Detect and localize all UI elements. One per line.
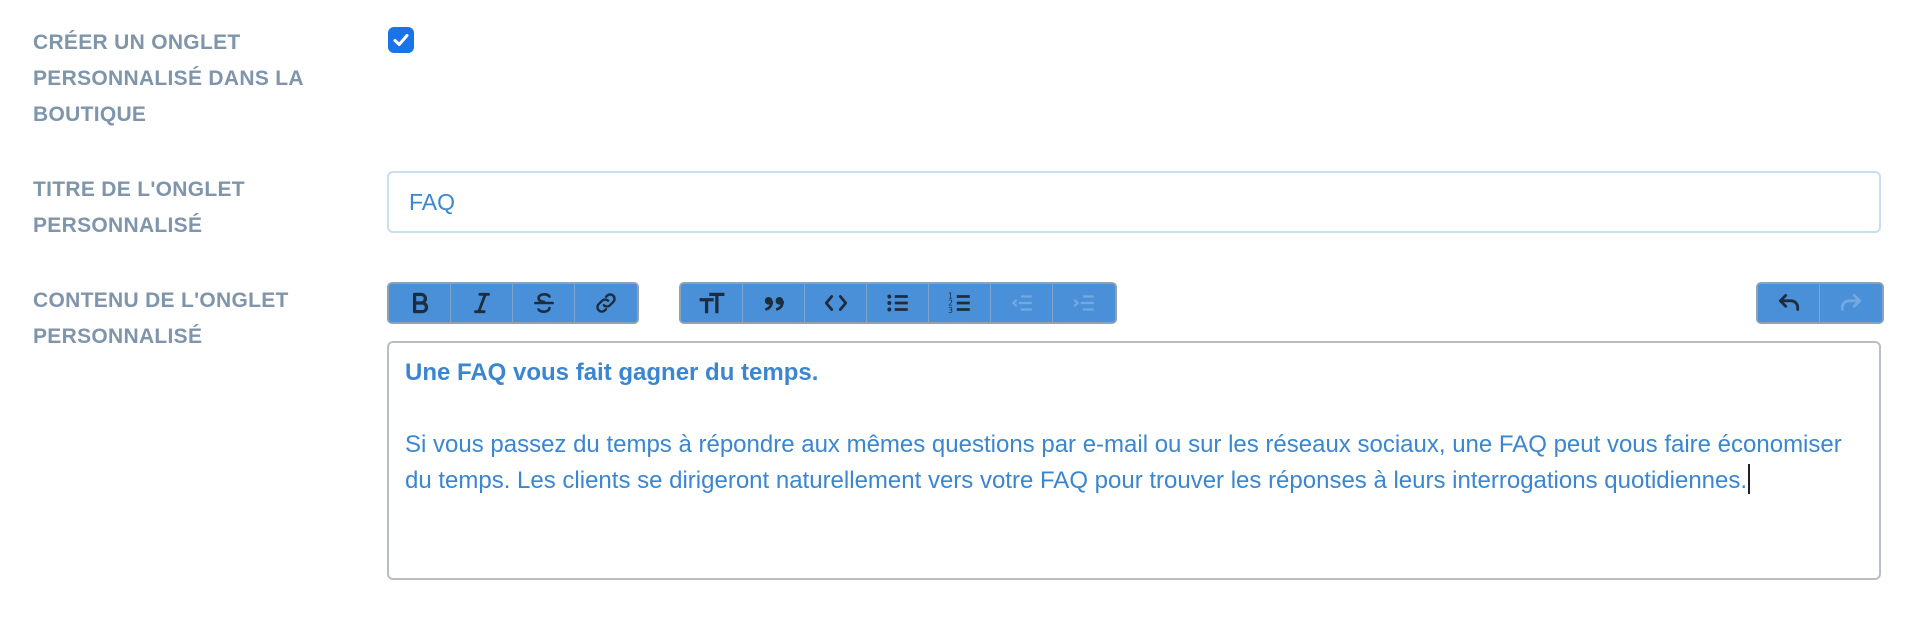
format-toolbar-group [387,282,639,324]
strikethrough-icon [533,293,554,313]
block-toolbar-group: 123 [679,282,1117,324]
heading-icon [699,292,724,314]
tab-content-label: CONTENU DE L'ONGLET PERSONNALISÉ [33,289,289,348]
bullet-list-icon [886,294,908,312]
bullet-list-button[interactable] [867,284,929,322]
quote-button[interactable] [743,284,805,322]
checkmark-icon [393,34,409,46]
italic-button[interactable] [451,284,513,322]
link-button[interactable] [575,284,637,322]
strikethrough-button[interactable] [513,284,575,322]
outdent-icon [1011,295,1032,311]
tab-title-label: TITRE DE L'ONGLET PERSONNALISÉ [33,178,245,237]
editor-paragraph: Si vous passez du temps à répondre aux m… [405,431,1842,494]
tab-title-input[interactable] [387,171,1881,233]
editor-heading: Une FAQ vous fait gagner du temps. [405,359,819,386]
code-icon [824,295,847,311]
indent-icon [1073,295,1094,311]
undo-icon [1778,294,1799,311]
bold-icon [412,292,428,314]
redo-icon [1840,294,1862,311]
bold-button[interactable] [389,284,451,322]
numbered-list-button[interactable]: 123 [929,284,991,322]
italic-icon [473,292,490,314]
svg-text:3: 3 [948,306,953,315]
numbered-list-icon: 123 [948,292,970,315]
text-caret [1748,464,1751,494]
code-button[interactable] [805,284,867,322]
outdent-button[interactable] [991,284,1053,322]
undo-button[interactable] [1758,284,1820,322]
redo-button[interactable] [1820,284,1882,322]
create-tab-label: CRÉER UN ONGLET PERSONNALISÉ DANS LA BOU… [33,31,304,126]
history-toolbar-group [1756,282,1884,324]
create-tab-checkbox[interactable] [388,27,414,53]
link-icon [596,293,616,313]
heading-button[interactable] [681,284,743,322]
quote-icon [764,297,784,311]
tab-content-editor[interactable]: Une FAQ vous fait gagner du temps. Si vo… [387,341,1881,580]
indent-button[interactable] [1053,284,1115,322]
